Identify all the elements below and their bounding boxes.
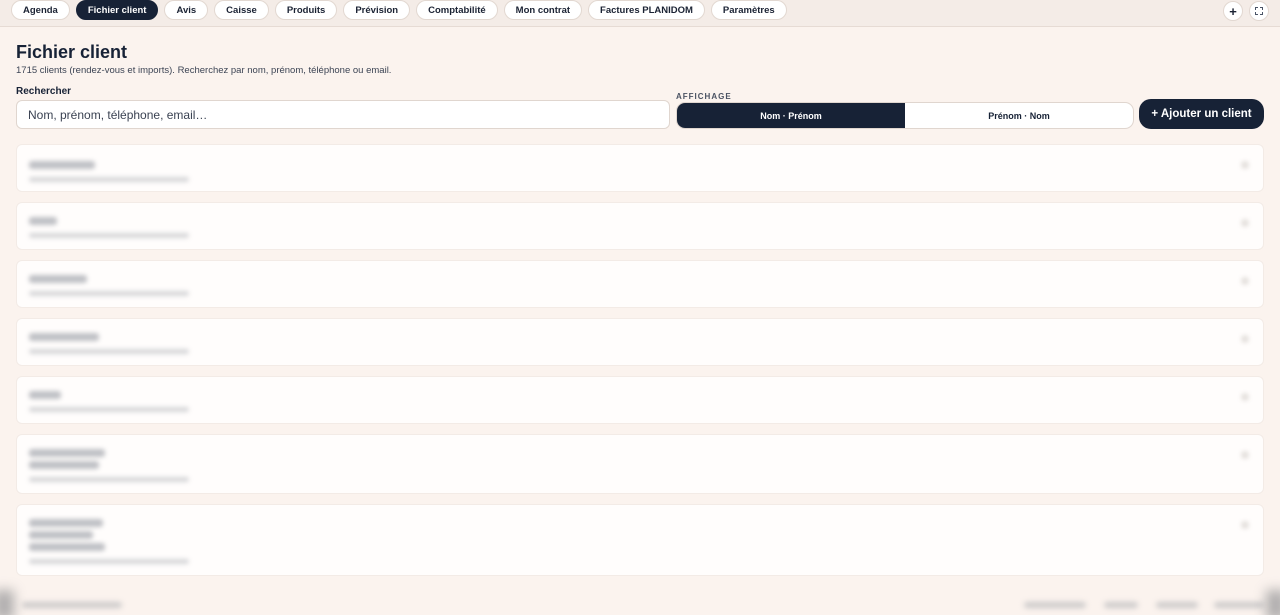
tab-prevision[interactable]: Prévision: [343, 0, 411, 20]
corner-shadow: [0, 590, 14, 615]
client-meta-blurred: [29, 233, 189, 238]
footer-text-blurred: [22, 602, 122, 608]
display-toggle: Nom · Prénom Prénom · Nom: [676, 102, 1134, 129]
client-name-blurred: [29, 275, 87, 283]
tab-caisse[interactable]: Caisse: [214, 0, 269, 20]
tab-agenda[interactable]: Agenda: [11, 0, 70, 20]
client-meta-blurred: [29, 477, 189, 482]
client-meta-blurred: [29, 559, 189, 564]
list-item[interactable]: [16, 434, 1264, 494]
row-indicator: [1241, 277, 1249, 285]
fullscreen-glyph: [1255, 7, 1263, 15]
tab-parametres[interactable]: Paramètres: [710, 0, 787, 20]
footer-control-blurred: [1214, 602, 1264, 608]
list-item[interactable]: [16, 202, 1264, 250]
client-meta-blurred: [29, 349, 189, 354]
client-meta-blurred: [29, 291, 189, 296]
row-indicator: [1241, 219, 1249, 227]
footer-control-blurred: [1024, 602, 1086, 608]
row-indicator: [1241, 161, 1249, 169]
row-indicator: [1241, 393, 1249, 401]
client-name-blurred: [29, 543, 105, 551]
tab-avis[interactable]: Avis: [164, 0, 209, 20]
add-client-button[interactable]: + Ajouter un client: [1139, 99, 1264, 129]
display-option-nom-prenom[interactable]: Nom · Prénom: [677, 103, 905, 128]
client-name-blurred: [29, 217, 57, 225]
row-indicator: [1241, 335, 1249, 343]
client-name-blurred: [29, 531, 93, 539]
footer-blurred: [0, 594, 1280, 615]
nav-tabs: Agenda Fichier client Avis Caisse Produi…: [11, 0, 787, 20]
top-navigation: Agenda Fichier client Avis Caisse Produi…: [0, 0, 1280, 27]
tab-produits[interactable]: Produits: [274, 0, 338, 20]
fullscreen-icon[interactable]: [1249, 1, 1269, 21]
client-name-blurred: [29, 391, 61, 399]
client-name-blurred: [29, 519, 103, 527]
client-name-blurred: [29, 161, 95, 169]
plus-icon[interactable]: +: [1223, 1, 1243, 21]
client-name-blurred: [29, 449, 105, 457]
client-meta-blurred: [29, 177, 189, 182]
client-meta-blurred: [29, 407, 189, 412]
page-title: Fichier client: [16, 42, 128, 62]
page-subtitle: 1715 clients (rendez-vous et imports). R…: [16, 65, 392, 76]
tab-mon-contrat[interactable]: Mon contrat: [503, 0, 583, 20]
display-option-prenom-nom[interactable]: Prénom · Nom: [905, 103, 1133, 128]
list-item[interactable]: [16, 260, 1264, 308]
search-input[interactable]: [16, 100, 670, 129]
tab-factures-planidom[interactable]: Factures PLANIDOM: [588, 0, 705, 20]
corner-shadow: [1266, 590, 1280, 615]
footer-control-blurred: [1156, 602, 1198, 608]
row-indicator: [1241, 521, 1249, 529]
client-name-blurred: [29, 461, 99, 469]
search-label: Rechercher: [16, 86, 72, 97]
display-label: AFFICHAGE: [676, 92, 732, 101]
footer-control-blurred: [1104, 602, 1138, 608]
list-item[interactable]: [16, 318, 1264, 366]
row-indicator: [1241, 451, 1249, 459]
list-item[interactable]: [16, 376, 1264, 424]
client-name-blurred: [29, 333, 99, 341]
list-item[interactable]: [16, 504, 1264, 576]
list-item[interactable]: [16, 144, 1264, 192]
tab-fichier-client[interactable]: Fichier client: [75, 0, 159, 20]
tab-comptabilite[interactable]: Comptabilité: [416, 0, 498, 20]
